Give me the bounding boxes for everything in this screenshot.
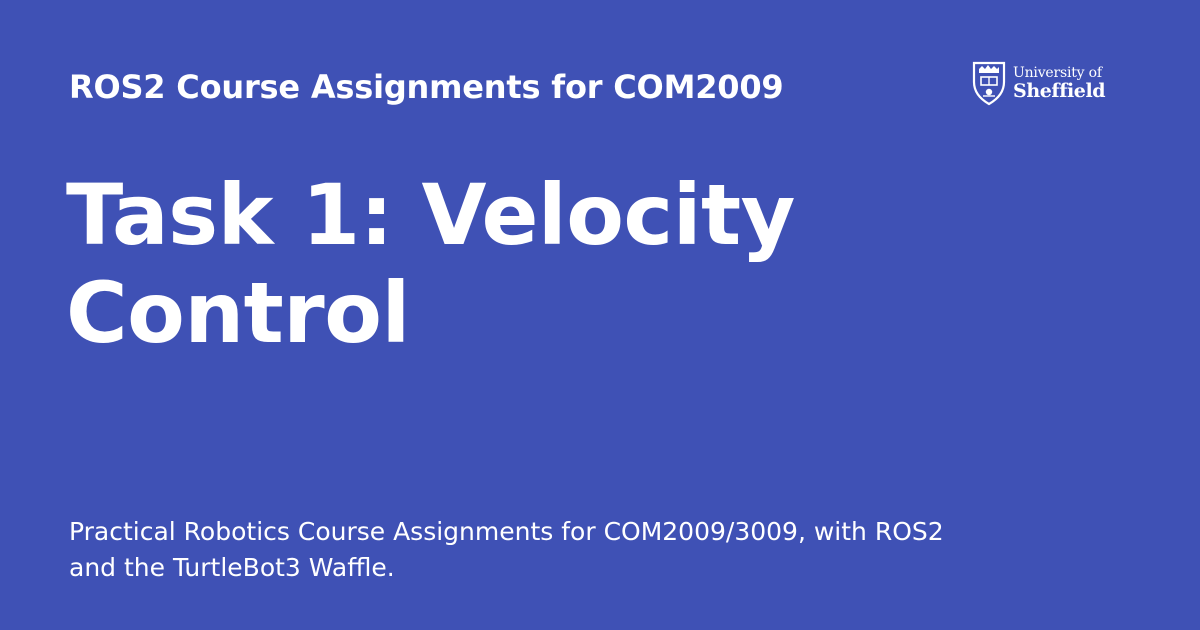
page-description: Practical Robotics Course Assignments fo… [69,517,944,582]
logo-text-university-of: University of [1013,64,1102,81]
logo-text-sheffield: Sheffield [1013,79,1106,102]
university-crest-icon [972,61,1006,106]
site-name: ROS2 Course Assignments for COM2009 [69,68,784,106]
university-logo: University of Sheffield [971,58,1121,108]
page-title: Task 1: Velocity Control [66,166,795,362]
